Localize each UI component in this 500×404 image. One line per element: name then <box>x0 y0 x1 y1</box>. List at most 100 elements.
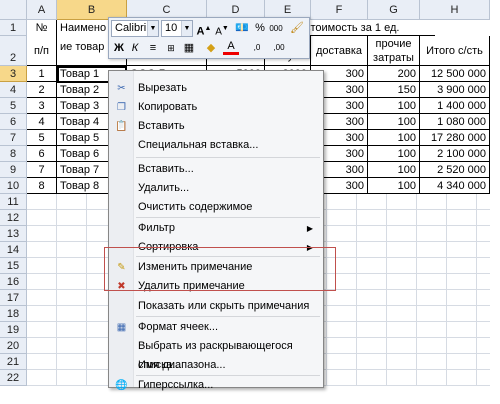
table-cell-h[interactable]: 3 900 000 <box>420 82 490 98</box>
column-header-g[interactable]: G <box>368 0 420 20</box>
table-cell-n[interactable]: 6 <box>27 146 57 162</box>
font-color-button[interactable]: A <box>223 40 239 55</box>
row-header-18[interactable]: 18 <box>0 306 27 322</box>
menu-item-16[interactable]: 🌐 Гиперссылка... <box>109 376 321 395</box>
menu-item-13[interactable]: ▦ Формат ячеек... <box>109 318 321 337</box>
mini-toolbar: Calibri ▼ 10 ▼ A▲ A▼ 💶 % 000 🖌 Ж К ≡ ⊞ ▦… <box>108 17 310 59</box>
table-cell-h[interactable]: 17 280 000 <box>420 130 490 146</box>
menu-item-label: Гиперссылка... <box>138 379 214 391</box>
menu-item-14[interactable]: Выбрать из раскрывающегося списка... <box>109 337 321 371</box>
increase-decimal-button[interactable]: ,0 <box>247 40 267 56</box>
row-header-22[interactable]: 22 <box>0 370 27 386</box>
row-header-3[interactable]: 3 <box>0 66 27 82</box>
select-all-corner[interactable] <box>0 0 27 20</box>
menu-item-5[interactable]: Вставить... <box>109 160 321 179</box>
row-header-11[interactable]: 11 <box>0 194 27 210</box>
table-cell-g[interactable]: 100 <box>368 98 420 114</box>
format-painter-button[interactable]: 🖌 <box>289 20 305 37</box>
merge-center-button[interactable]: ⊞ <box>163 40 179 56</box>
row-header-2[interactable]: 2 <box>0 36 27 66</box>
table-cell-n[interactable]: 4 <box>27 114 57 130</box>
row-header-10[interactable]: 10 <box>0 178 27 194</box>
table-cell-h[interactable]: 1 080 000 <box>420 114 490 130</box>
align-center-button[interactable]: ≡ <box>145 40 161 56</box>
table-cell-h[interactable]: 2 100 000 <box>420 146 490 162</box>
row-header-21[interactable]: 21 <box>0 354 27 370</box>
row-header-15[interactable]: 15 <box>0 258 27 274</box>
menu-item-12[interactable]: Показать или скрыть примечания <box>109 297 321 316</box>
submenu-arrow-icon: ▶ <box>306 243 313 252</box>
menu-item-7[interactable]: Очистить содержимое <box>109 198 321 217</box>
fill-color-button[interactable]: ◆ <box>203 40 219 56</box>
percent-style-button[interactable]: % <box>252 20 268 37</box>
context-menu: ✂ Вырезать ❐ Копировать 📋 Вставить Специальная… <box>108 70 324 391</box>
paste-icon: 📋 <box>115 121 128 132</box>
column-header-a[interactable]: A <box>27 0 57 20</box>
column-header-f[interactable]: F <box>311 0 368 20</box>
row-header-8[interactable]: 8 <box>0 146 27 162</box>
table-cell-n[interactable]: 7 <box>27 162 57 178</box>
table-cell-g[interactable]: 100 <box>368 162 420 178</box>
cell-h2[interactable]: Итого с/сть <box>420 36 490 66</box>
table-cell-n[interactable]: 5 <box>27 130 57 146</box>
row-header-9[interactable]: 9 <box>0 162 27 178</box>
table-cell-h[interactable]: 4 340 000 <box>420 178 490 194</box>
accounting-format-button[interactable]: 💶 <box>234 20 250 37</box>
table-cell-g[interactable]: 200 <box>368 66 420 82</box>
menu-item-label: Показать или скрыть примечания <box>138 300 310 312</box>
menu-item-label: Сортировка <box>138 241 199 253</box>
bold-button[interactable]: Ж <box>111 40 127 56</box>
row-header-1[interactable]: 1 <box>0 20 27 36</box>
table-cell-g[interactable]: 100 <box>368 146 420 162</box>
row-header-7[interactable]: 7 <box>0 130 27 146</box>
menu-item-label: Фильтр <box>138 222 175 234</box>
grow-font-button[interactable]: A▲ <box>196 20 212 38</box>
row-header-14[interactable]: 14 <box>0 242 27 258</box>
row-header-16[interactable]: 16 <box>0 274 27 290</box>
row-header-20[interactable]: 20 <box>0 338 27 354</box>
menu-item-15[interactable]: Имя диапазона... <box>109 356 321 375</box>
table-cell-g[interactable]: 100 <box>368 178 420 194</box>
menu-item-6[interactable]: Удалить... <box>109 179 321 198</box>
decrease-decimal-button[interactable]: ,00 <box>269 40 289 56</box>
menu-item-8[interactable]: Фильтр ▶ <box>109 219 321 238</box>
menu-item-1[interactable]: ✂ Вырезать <box>109 79 321 98</box>
menu-item-label: Вырезать <box>138 82 187 94</box>
table-cell-g[interactable]: 100 <box>368 114 420 130</box>
comma-style-button[interactable]: 000 <box>268 20 284 37</box>
italic-button[interactable]: К <box>127 40 143 56</box>
menu-item-label: Очистить содержимое <box>138 201 253 213</box>
table-cell-n[interactable]: 3 <box>27 98 57 114</box>
column-header-h[interactable]: H <box>420 0 490 20</box>
table-cell-n[interactable]: 2 <box>27 82 57 98</box>
table-cell-g[interactable]: 100 <box>368 130 420 146</box>
menu-item-11[interactable]: ✖ Удалить примечание <box>109 277 321 296</box>
table-cell-h[interactable]: 1 400 000 <box>420 98 490 114</box>
font-size-dropdown[interactable]: 10 ▼ <box>161 20 193 37</box>
row-header-5[interactable]: 5 <box>0 98 27 114</box>
shrink-font-button[interactable]: A▼ <box>214 20 230 37</box>
menu-item-2[interactable]: ❐ Копировать <box>109 98 321 117</box>
row-header-17[interactable]: 17 <box>0 290 27 306</box>
borders-button[interactable]: ▦ <box>181 40 197 56</box>
menu-item-9[interactable]: Сортировка ▶ <box>109 238 321 257</box>
table-cell-g[interactable]: 150 <box>368 82 420 98</box>
table-cell-h[interactable]: 2 520 000 <box>420 162 490 178</box>
row-header-4[interactable]: 4 <box>0 82 27 98</box>
menu-item-3[interactable]: 📋 Вставить <box>109 117 321 136</box>
table-cell-n[interactable]: 1 <box>27 66 57 82</box>
table-cell-n[interactable]: 8 <box>27 178 57 194</box>
menu-item-4[interactable]: Специальная вставка... <box>109 136 321 155</box>
cell-a1[interactable]: № <box>27 20 57 36</box>
row-header-13[interactable]: 13 <box>0 226 27 242</box>
cell-g2[interactable]: прочие затраты <box>368 36 420 66</box>
chevron-down-icon: ▼ <box>181 21 192 36</box>
cell-a2[interactable]: п/п <box>27 36 57 66</box>
menu-item-10[interactable]: ✎ Изменить примечание <box>109 258 321 277</box>
font-name-dropdown[interactable]: Calibri ▼ <box>111 20 159 37</box>
row-header-12[interactable]: 12 <box>0 210 27 226</box>
row-header-19[interactable]: 19 <box>0 322 27 338</box>
cell-f2[interactable]: доставка <box>311 36 368 66</box>
table-cell-h[interactable]: 12 500 000 <box>420 66 490 82</box>
row-header-6[interactable]: 6 <box>0 114 27 130</box>
